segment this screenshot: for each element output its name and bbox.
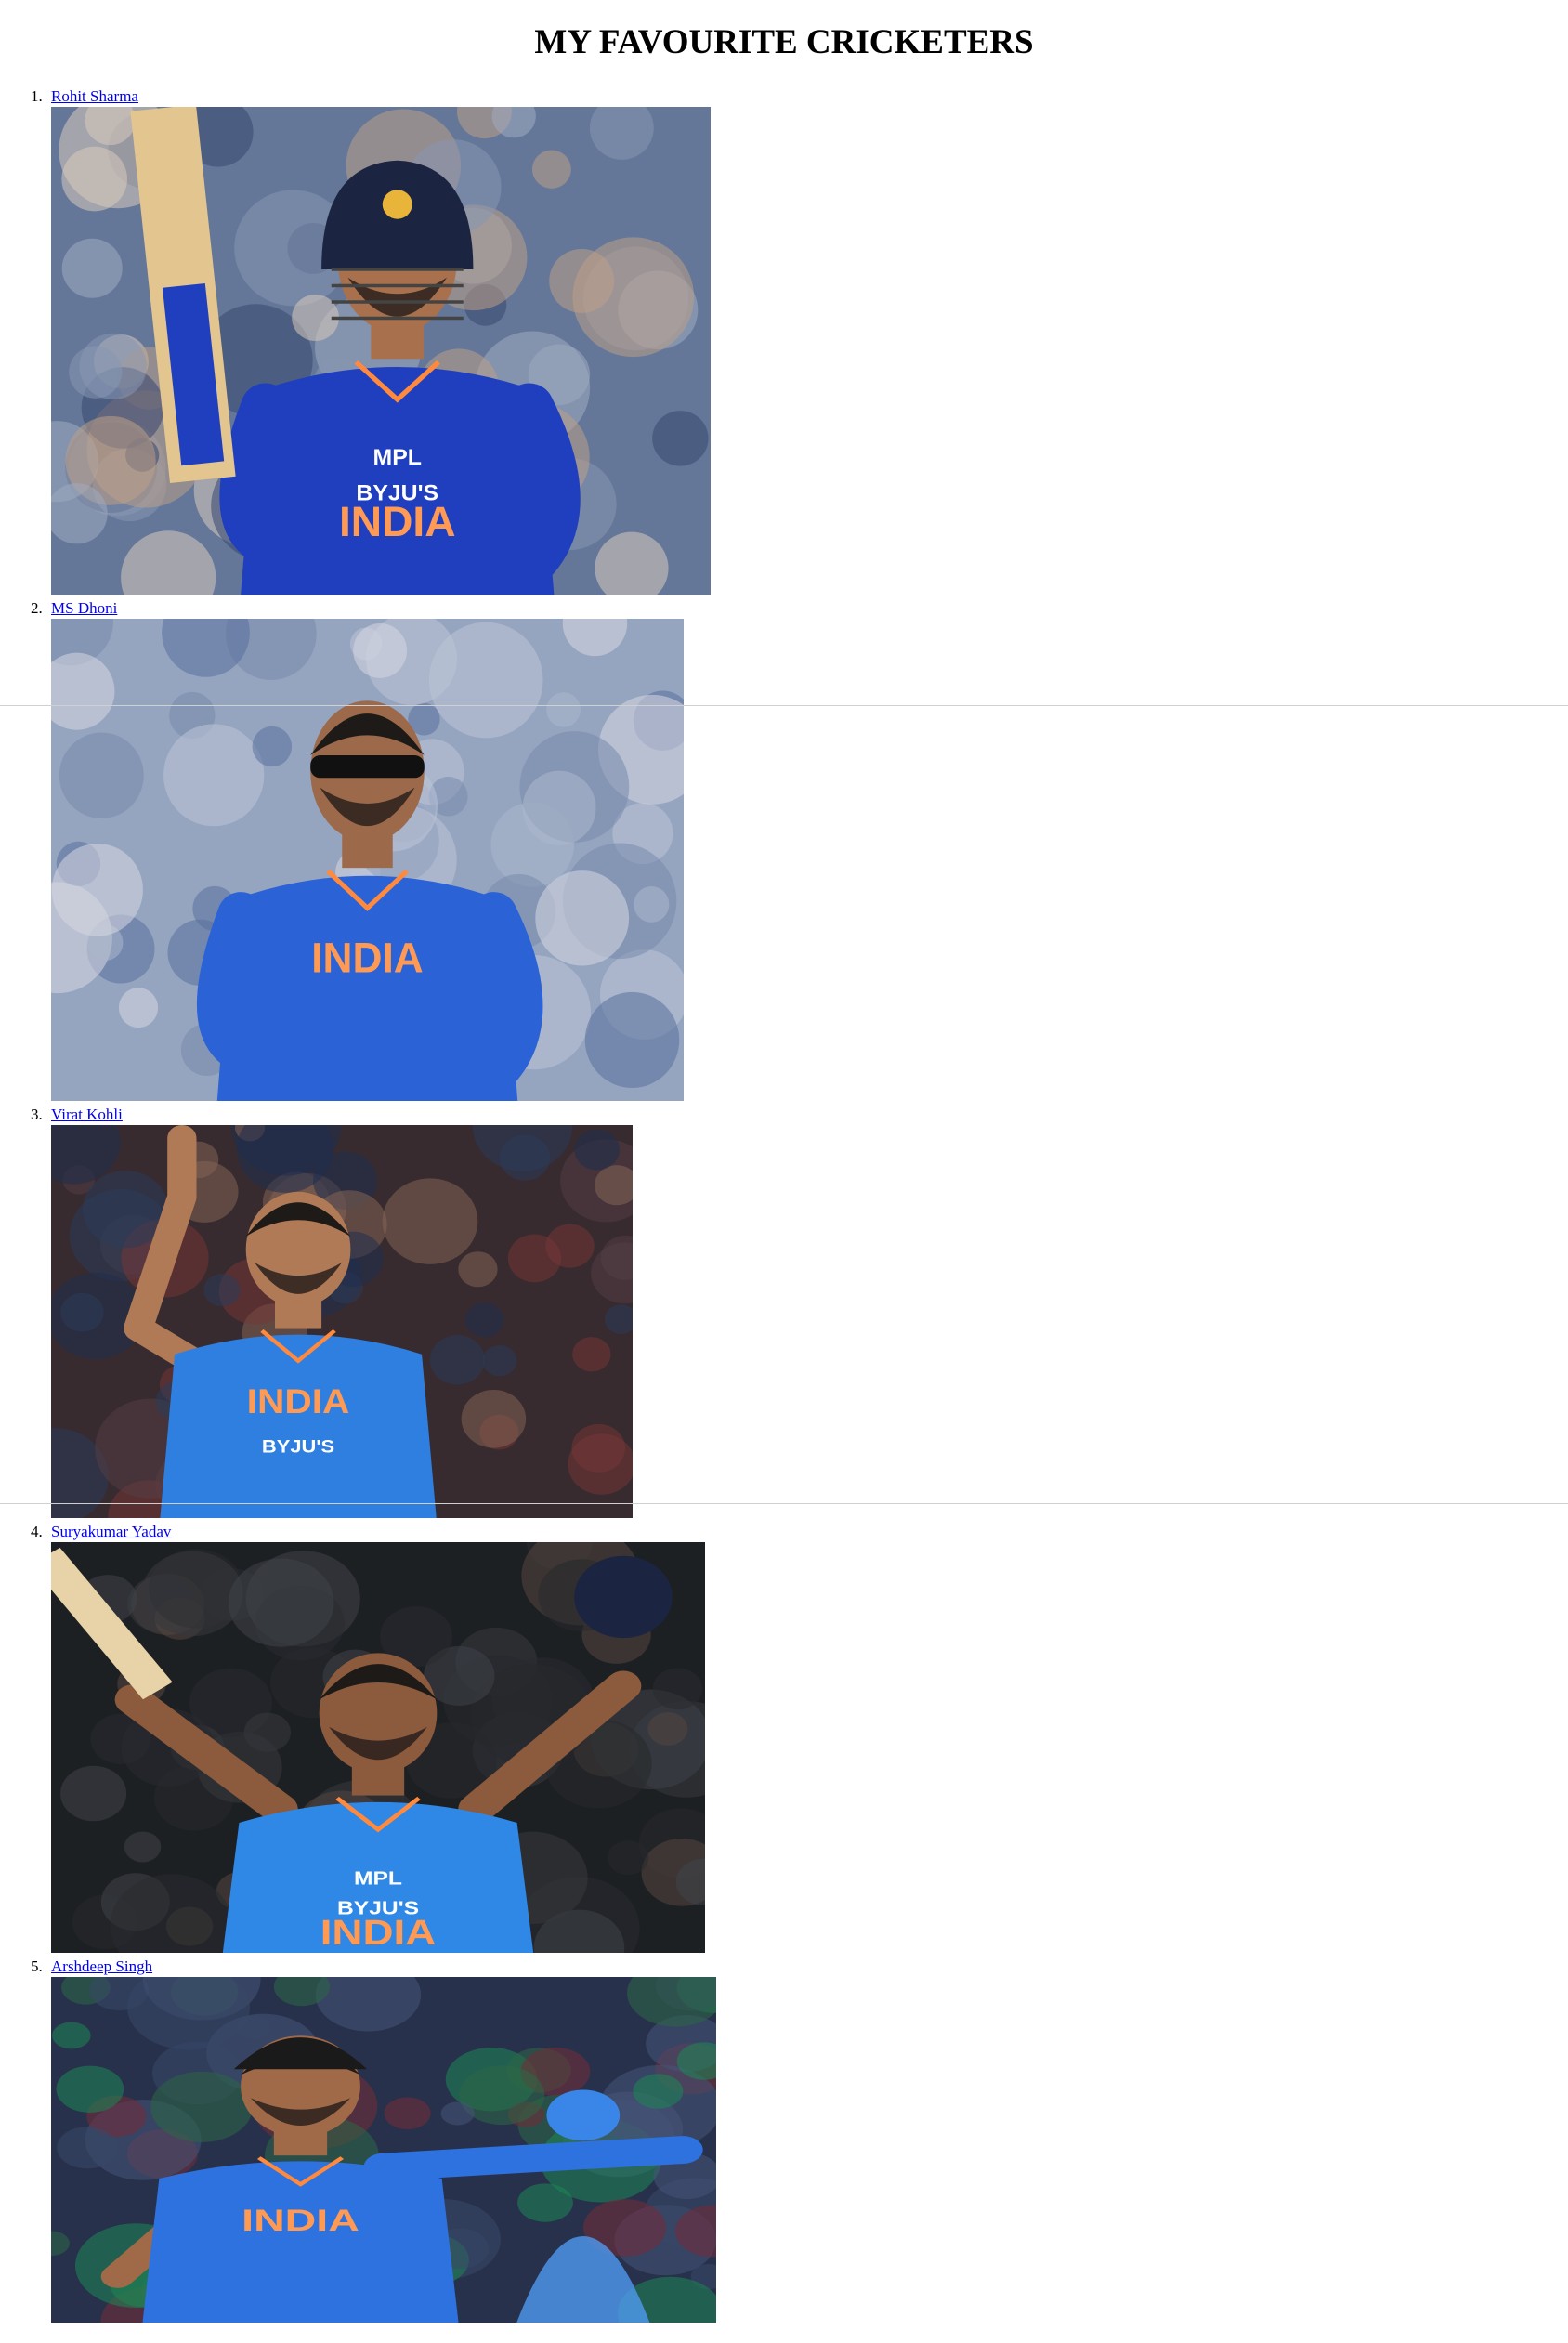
divider	[0, 1503, 1568, 1504]
svg-text:BYJU'S: BYJU'S	[262, 1436, 334, 1457]
page-title: MY FAVOURITE CRICKETERS	[534, 23, 1034, 61]
cricketer-photo-ms-dhoni: INDIA	[51, 619, 684, 1101]
photo-illustration: INDIA BYJU'S	[51, 1125, 633, 1518]
divider	[0, 705, 1568, 706]
svg-text:INDIA: INDIA	[339, 498, 456, 545]
cricketer-photo-virat-kohli: INDIA BYJU'S	[51, 1125, 633, 1518]
svg-text:MPL: MPL	[373, 445, 422, 470]
svg-text:INDIA: INDIA	[242, 2205, 359, 2237]
photo-illustration: MPLBYJU'SINDIA	[51, 107, 711, 595]
svg-text:MPL: MPL	[354, 1866, 402, 1889]
list-item-number: 4.	[31, 1523, 43, 1540]
list-item-label: 3. Virat Kohli	[31, 1106, 123, 1124]
cricketer-photo-rohit-sharma: MPL BYJU'S INDIA	[51, 107, 711, 595]
list-item-label: 2. MS Dhoni	[31, 599, 117, 618]
svg-text:INDIA: INDIA	[311, 936, 423, 981]
cricketer-link-suryakumar-yadav[interactable]: Suryakumar Yadav	[51, 1523, 171, 1540]
cricketer-photo-arshdeep-singh: INDIA	[51, 1977, 716, 2323]
list-item-label: 1. Rohit Sharma	[31, 87, 138, 106]
list-item-label: 5. Arshdeep Singh	[31, 1957, 152, 1976]
list-item-number: 5.	[31, 1957, 43, 1975]
cricketer-link-arshdeep-singh[interactable]: Arshdeep Singh	[51, 1957, 152, 1975]
list-item-number: 3.	[31, 1106, 43, 1123]
cricketer-link-virat-kohli[interactable]: Virat Kohli	[51, 1106, 123, 1123]
svg-text:INDIA: INDIA	[320, 1913, 437, 1953]
photo-illustration: INDIA	[51, 619, 684, 1101]
cricketer-link-ms-dhoni[interactable]: MS Dhoni	[51, 599, 117, 617]
list-item-number: 1.	[31, 87, 43, 105]
list-item-number: 2.	[31, 599, 43, 617]
cricketer-link-rohit-sharma[interactable]: Rohit Sharma	[51, 87, 138, 105]
cricketer-photo-suryakumar-yadav: MPL BYJU'S INDIA	[51, 1542, 705, 1953]
svg-text:INDIA: INDIA	[247, 1383, 350, 1421]
list-item-label: 4. Suryakumar Yadav	[31, 1523, 171, 1541]
photo-illustration: INDIA	[51, 1977, 716, 2323]
photo-illustration: MPLBYJU'SINDIA	[51, 1542, 705, 1953]
